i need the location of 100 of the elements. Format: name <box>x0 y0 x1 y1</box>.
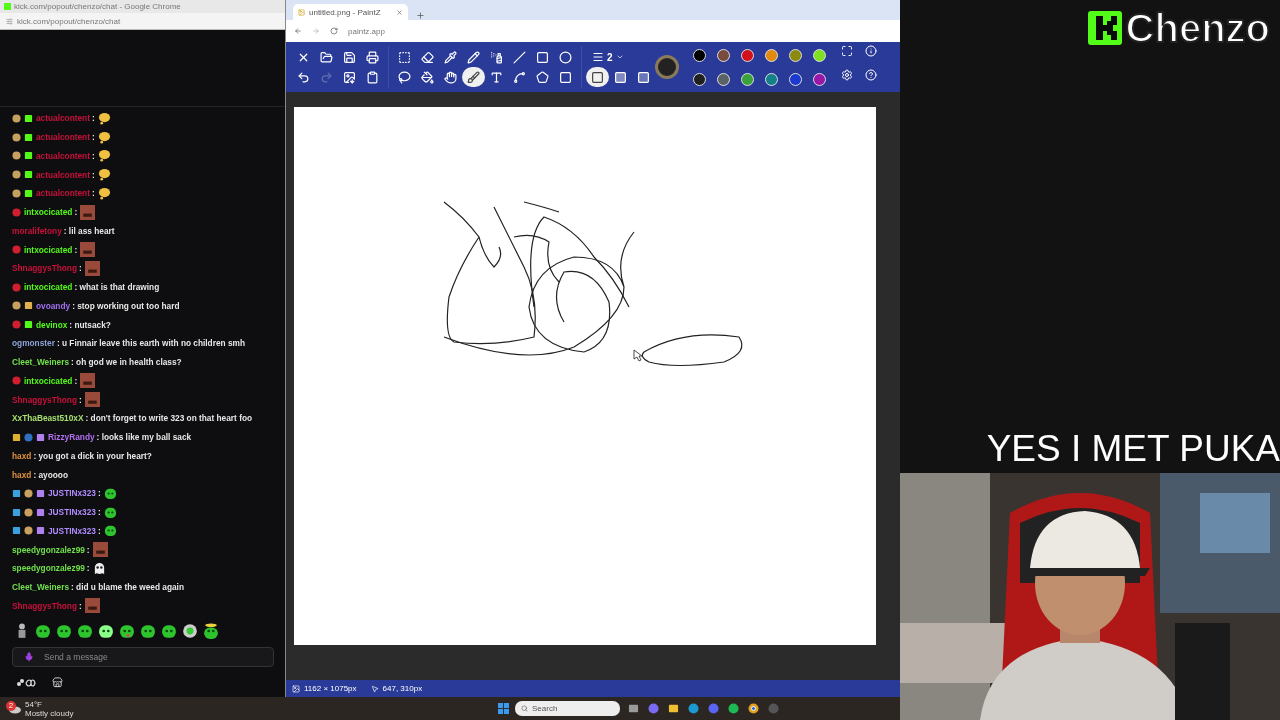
color-swatch[interactable] <box>716 72 730 86</box>
fullscreen-icon[interactable] <box>841 45 853 57</box>
new-tab-icon[interactable] <box>416 11 425 20</box>
outline-square-icon <box>591 70 604 84</box>
chat-username[interactable]: RizzyRandy <box>48 432 95 443</box>
notification-badge: 2 <box>6 700 16 711</box>
drooling-emote-icon[interactable] <box>119 623 135 640</box>
image-icon <box>292 684 300 693</box>
color-swatch[interactable] <box>788 72 802 86</box>
blob-emote-icon <box>97 186 111 200</box>
search-icon <box>521 705 528 712</box>
filled-outlined-square-icon <box>637 70 650 84</box>
chat-username[interactable]: speedygonzalez99 <box>12 544 85 555</box>
color-swatch[interactable] <box>716 48 730 62</box>
frog-emote-icon <box>103 505 117 519</box>
wheel-emote-icon[interactable] <box>182 623 198 640</box>
folder-icon[interactable] <box>668 703 679 714</box>
caret-icon <box>615 53 624 61</box>
color-swatch[interactable] <box>692 48 706 62</box>
chat-username[interactable]: haxd <box>12 450 32 461</box>
rounded-square-icon <box>559 70 572 84</box>
pointer-icon <box>370 684 379 693</box>
chat-username[interactable]: JUSTINx323 <box>48 507 96 518</box>
color-swatch[interactable] <box>764 72 778 86</box>
chat-message: : <box>79 600 82 611</box>
points-infinity-icon[interactable] <box>16 677 36 688</box>
address-bar[interactable]: paintz.app <box>348 26 385 36</box>
pencil-icon <box>467 50 480 64</box>
chat-message: : looks like my ball sack <box>96 432 192 443</box>
chat-username[interactable]: JUSTINx323 <box>48 488 96 499</box>
chat-message: : <box>91 188 95 199</box>
frog-emote-icon[interactable] <box>56 623 72 640</box>
help-icon[interactable] <box>865 69 877 81</box>
chat-message: : <box>97 488 101 499</box>
chat-username[interactable]: intxocicated <box>24 207 73 218</box>
chat-username[interactable]: devinox <box>36 319 68 330</box>
current-color-swatch[interactable] <box>655 55 679 79</box>
chat-message: : <box>97 507 101 518</box>
info-icon[interactable] <box>865 45 877 57</box>
cursor-position-label: 647, 310px <box>382 684 423 693</box>
browser-tab[interactable]: untitled.png - PaintZ <box>293 4 408 20</box>
logo-icon <box>1087 11 1122 45</box>
message-input[interactable]: Send a message <box>12 647 274 668</box>
chat-username[interactable]: intxocicated <box>24 244 73 255</box>
microphone-icon[interactable] <box>24 652 34 663</box>
blob-emote-icon <box>97 149 111 163</box>
halo-emote-icon[interactable] <box>203 623 219 640</box>
color-swatch[interactable] <box>740 72 754 86</box>
chat-username[interactable]: speedygonzalez99 <box>12 563 85 574</box>
chat-username[interactable]: Cleet_Weiners <box>12 357 70 368</box>
color-swatch[interactable] <box>764 48 778 62</box>
close-tab-icon[interactable] <box>396 8 403 16</box>
color-swatch[interactable] <box>812 48 826 62</box>
angry-frog-emote-icon[interactable] <box>35 623 51 640</box>
polygon-icon <box>536 70 549 84</box>
chat-message: : <box>74 207 78 218</box>
frog-emote-icon[interactable] <box>77 623 93 640</box>
spray-can-icon <box>490 50 503 64</box>
chat-username[interactable]: haxd <box>12 469 32 480</box>
chat-message: : nutsack? <box>69 319 111 330</box>
kick-icon <box>4 3 11 10</box>
chat-message: : <box>91 150 95 161</box>
chat-username[interactable]: ovoandy <box>36 300 71 311</box>
brush-tool[interactable] <box>462 67 485 87</box>
ghost-emote-icon <box>92 561 106 575</box>
chat-username[interactable]: JUSTINx323 <box>48 525 96 536</box>
color-swatch[interactable] <box>692 72 706 86</box>
cursor-icon <box>633 349 643 362</box>
chat-username[interactable]: ogmonster <box>12 338 55 349</box>
printer-icon <box>366 50 379 64</box>
chat-username[interactable]: intxocicated <box>24 375 73 386</box>
color-swatch[interactable] <box>788 48 802 62</box>
line-width-dropdown[interactable]: 2 <box>586 47 630 67</box>
reload-icon[interactable] <box>330 27 338 35</box>
eraser-icon <box>421 50 434 64</box>
chat-username[interactable]: intxocicated <box>24 282 73 293</box>
frog-emote-icon[interactable] <box>140 623 156 640</box>
chat-message: : you got a dick in your heart? <box>33 450 152 461</box>
back-icon[interactable] <box>294 27 302 35</box>
windows-start-icon[interactable] <box>498 703 509 714</box>
taskbar-search[interactable]: Search <box>515 701 620 716</box>
brush-icon <box>467 70 480 84</box>
chrome-icon[interactable] <box>748 703 759 714</box>
frog-emote-icon <box>103 524 117 538</box>
chat-username[interactable]: Cleet_Weiners <box>12 582 70 593</box>
blob-emote-icon <box>97 168 111 182</box>
frog-emote-icon[interactable] <box>161 623 177 640</box>
outline-square-tool[interactable] <box>586 67 609 87</box>
lines-icon <box>592 51 604 63</box>
store-icon[interactable] <box>52 677 63 689</box>
settings-icon[interactable] <box>841 69 853 81</box>
paint-bucket-icon <box>421 70 434 84</box>
color-swatch[interactable] <box>740 48 754 62</box>
chat-username[interactable]: XxThaBeast510xX <box>12 413 84 424</box>
chat-message: : don't forget to write 323 on that heart foo <box>85 413 253 424</box>
circle-icon <box>559 50 572 64</box>
weather-condition: Mostly cloudy <box>25 708 74 718</box>
chat-message: : what is that drawing <box>74 282 160 293</box>
smiling-emote-icon[interactable] <box>98 623 114 640</box>
color-swatch[interactable] <box>812 72 826 86</box>
